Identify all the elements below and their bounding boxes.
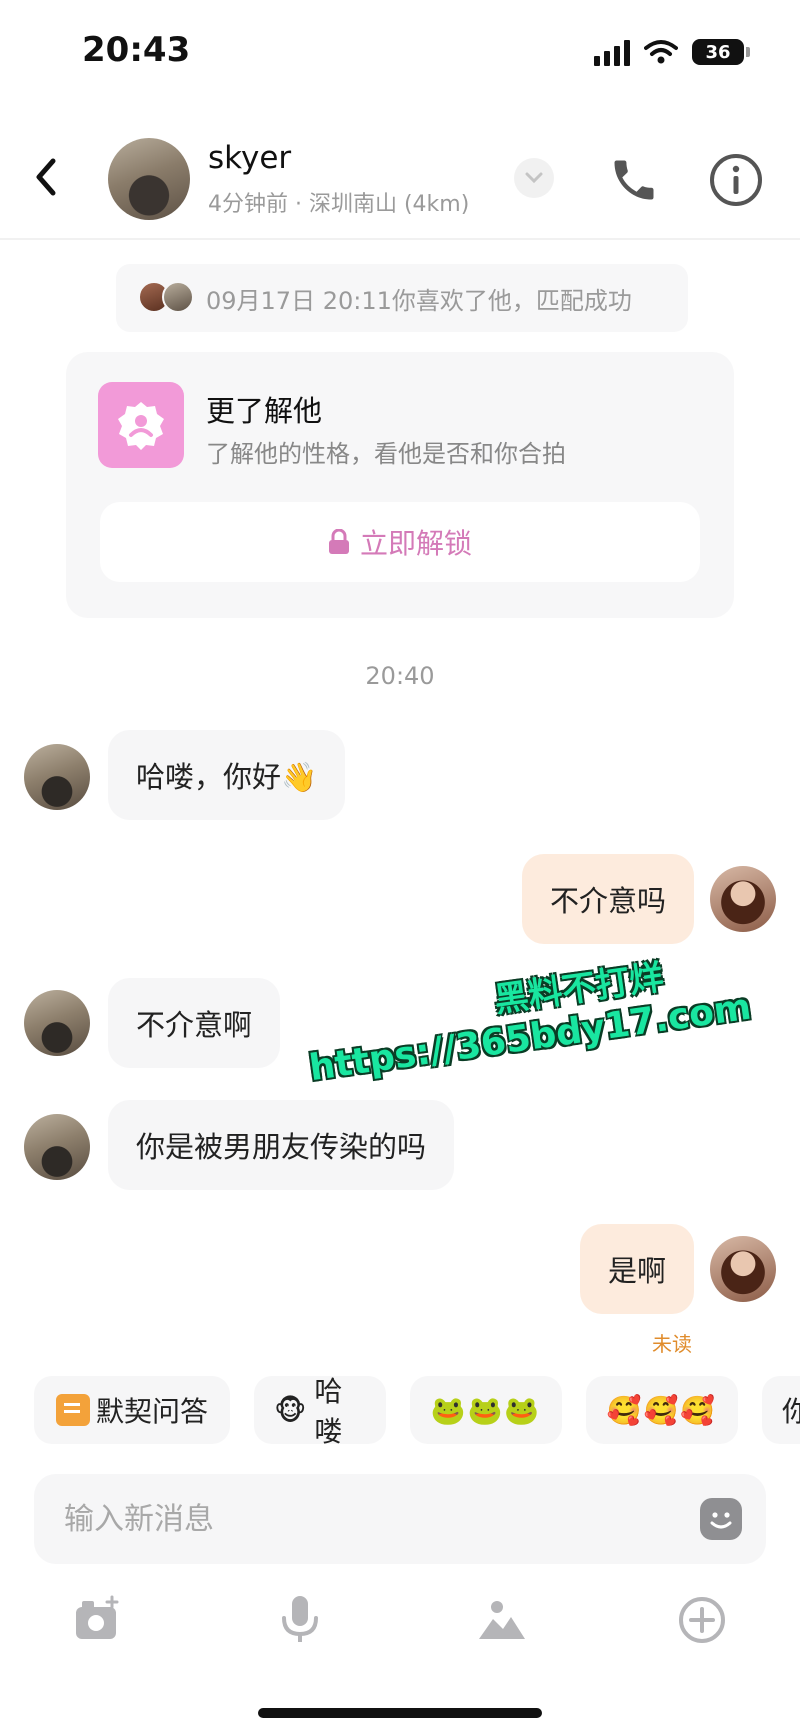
unread-label: 未读 bbox=[652, 1332, 692, 1356]
back-button[interactable] bbox=[26, 152, 66, 202]
sender-avatar[interactable] bbox=[24, 744, 90, 810]
unlock-label: 立即解锁 bbox=[359, 527, 472, 560]
contact-avatar[interactable] bbox=[108, 138, 190, 220]
time-divider: 20:40 bbox=[365, 662, 435, 690]
profile-dropdown-button[interactable] bbox=[514, 158, 554, 198]
status-icons: 36 bbox=[594, 38, 750, 66]
quick-reply-hello[interactable]: 🐵 哈喽 bbox=[254, 1376, 386, 1444]
info-icon bbox=[710, 154, 762, 206]
emoji-button[interactable] bbox=[700, 1498, 742, 1540]
matched-avatars bbox=[138, 281, 196, 315]
know-more-card: 更了解他 了解他的性格，看他是否和你合拍 立即解锁 bbox=[66, 352, 734, 618]
voice-button[interactable] bbox=[270, 1590, 330, 1650]
my-avatar[interactable] bbox=[710, 1236, 776, 1302]
note-icon bbox=[55, 1394, 90, 1426]
my-avatar[interactable] bbox=[710, 866, 776, 932]
quick-reply-love[interactable]: 🥰🥰🥰 bbox=[586, 1376, 738, 1444]
message-bubble-incoming[interactable]: 不介意啊 bbox=[108, 978, 281, 1068]
quick-reply-quiz[interactable]: 默契问答 bbox=[34, 1376, 230, 1444]
love-emoji-icon: 🥰🥰🥰 bbox=[606, 1393, 718, 1427]
quick-reply-label: 你 bbox=[782, 1395, 800, 1428]
quick-reply-frogs[interactable]: 🐸🐸🐸 bbox=[410, 1376, 562, 1444]
sender-avatar[interactable] bbox=[24, 990, 90, 1056]
watermark: 黑料不打烊 https://365bdy17.com bbox=[300, 938, 754, 1089]
message-bubble-incoming[interactable]: 你是被男朋友传染的吗 bbox=[108, 1100, 455, 1190]
avatar bbox=[162, 281, 194, 313]
quick-reply-bar: 默契问答 🐵 哈喽 🐸🐸🐸 🥰🥰🥰 你 bbox=[34, 1376, 800, 1444]
status-bar: 20:43 36 bbox=[0, 0, 800, 110]
image-button[interactable] bbox=[472, 1590, 532, 1650]
wifi-icon bbox=[644, 40, 678, 64]
microphone-icon bbox=[282, 1596, 318, 1642]
sender-avatar[interactable] bbox=[24, 1114, 90, 1180]
message-bubble-incoming[interactable]: 哈喽，你好👋 bbox=[108, 730, 346, 820]
message-input[interactable] bbox=[64, 1474, 664, 1564]
know-card-title: 更了解他 bbox=[206, 394, 323, 428]
smiley-icon bbox=[710, 1512, 732, 1529]
message-bubble-outgoing[interactable]: 不介意吗 bbox=[521, 854, 694, 944]
know-card-subtitle: 了解他的性格，看他是否和你合拍 bbox=[206, 440, 566, 468]
lock-icon bbox=[328, 529, 349, 554]
quick-reply-label: 默契问答 bbox=[95, 1395, 208, 1428]
camera-icon bbox=[76, 1595, 119, 1639]
battery-icon: 36 bbox=[692, 39, 750, 65]
quick-reply-more[interactable]: 你 bbox=[762, 1376, 800, 1444]
plus-circle-icon bbox=[679, 1597, 725, 1643]
contact-name[interactable]: skyer bbox=[208, 140, 291, 176]
match-text: 09月17日 20:11你喜欢了他，匹配成功 bbox=[206, 286, 632, 315]
signal-icon bbox=[594, 38, 630, 66]
chat-header: skyer 4分钟前 · 深圳南山 (4km) bbox=[0, 122, 800, 240]
phone-icon bbox=[614, 160, 654, 200]
image-icon bbox=[479, 1601, 525, 1639]
match-notice: 09月17日 20:11你喜欢了他，匹配成功 bbox=[116, 264, 688, 332]
unlock-button[interactable]: 立即解锁 bbox=[100, 502, 700, 582]
quick-reply-label: 哈喽 bbox=[314, 1376, 343, 1444]
info-button[interactable] bbox=[708, 152, 764, 208]
badge-user-icon bbox=[98, 382, 184, 468]
chevron-down-icon bbox=[525, 172, 543, 184]
monkey-emoji-icon: 🐵 bbox=[274, 1393, 309, 1427]
message-bubble-outgoing[interactable]: 是啊 bbox=[579, 1224, 694, 1314]
call-button[interactable] bbox=[608, 154, 660, 206]
status-time: 20:43 bbox=[82, 30, 191, 70]
message-input-bar bbox=[34, 1474, 766, 1564]
home-indicator[interactable] bbox=[258, 1708, 542, 1718]
camera-button[interactable] bbox=[66, 1590, 126, 1650]
frog-emoji-icon: 🐸🐸🐸 bbox=[430, 1393, 542, 1427]
chevron-left-icon bbox=[36, 158, 56, 196]
more-button[interactable] bbox=[672, 1590, 732, 1650]
contact-status: 4分钟前 · 深圳南山 (4km) bbox=[208, 192, 470, 217]
